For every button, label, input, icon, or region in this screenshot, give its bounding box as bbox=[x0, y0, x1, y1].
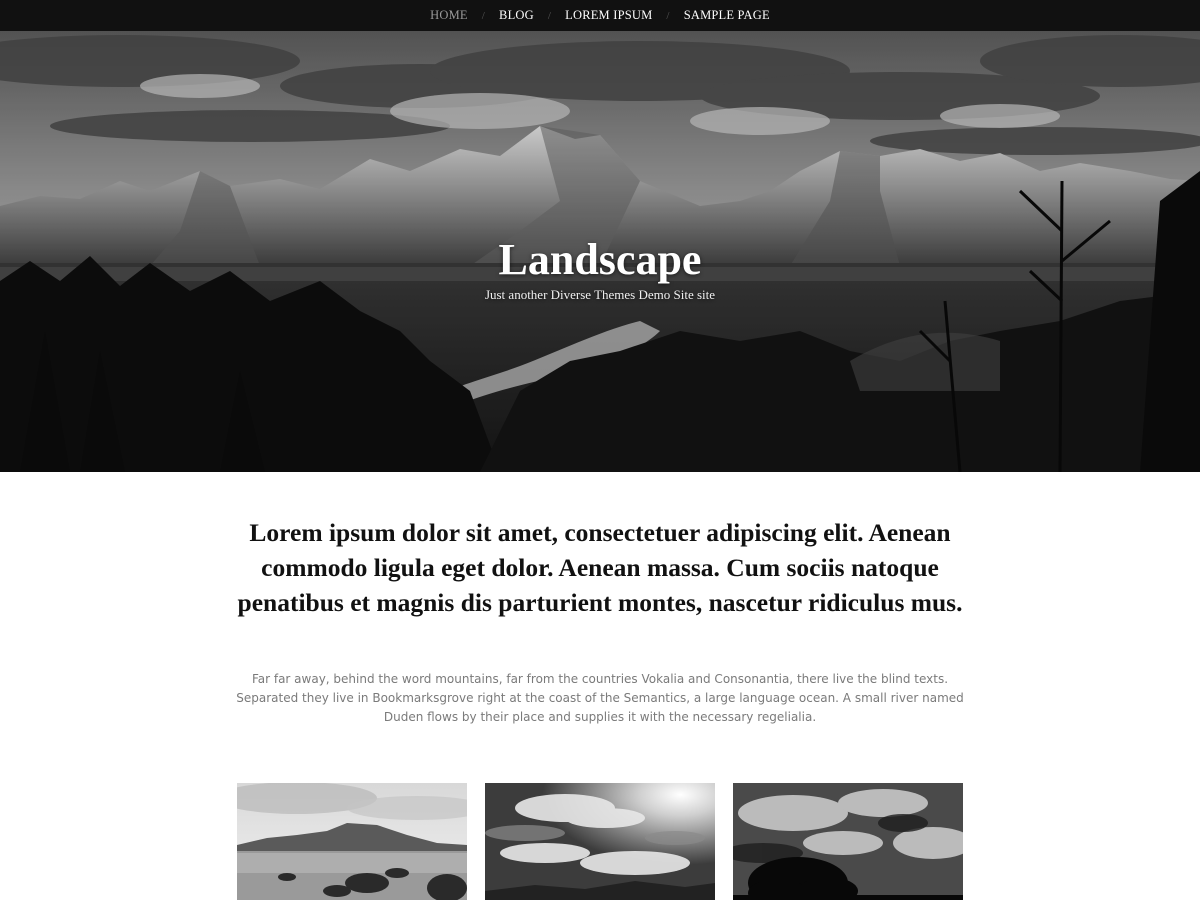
nav-item-sample-page[interactable]: SAMPLE PAGE bbox=[684, 8, 770, 23]
nav-item-blog[interactable]: BLOG bbox=[499, 8, 534, 23]
tree-under-clouds-image bbox=[733, 783, 963, 900]
hero-header: Landscape Just another Diverse Themes De… bbox=[0, 31, 1200, 472]
thumbnail-coastal-rocks[interactable] bbox=[237, 783, 467, 900]
nav-item-home[interactable]: HOME bbox=[430, 8, 468, 23]
nav-item-lorem-ipsum[interactable]: LOREM IPSUM bbox=[565, 8, 652, 23]
main-navigation: HOME / BLOG / LOREM IPSUM / SAMPLE PAGE bbox=[0, 0, 1200, 31]
intro-heading: Lorem ipsum dolor sit amet, consectetuer… bbox=[237, 518, 963, 617]
thumbnail-cloudy-sky[interactable] bbox=[485, 783, 715, 900]
nav-separator: / bbox=[666, 9, 670, 22]
site-title[interactable]: Landscape bbox=[0, 234, 1200, 285]
thumbnail-tree-under-clouds[interactable] bbox=[733, 783, 963, 900]
coastal-rocks-image bbox=[237, 783, 467, 900]
cloudy-sky-image bbox=[485, 783, 715, 900]
intro-text: Far far away, behind the word mountains,… bbox=[236, 672, 964, 724]
nav-separator: / bbox=[547, 9, 552, 22]
nav-separator: / bbox=[481, 9, 486, 22]
site-tagline: Just another Diverse Themes Demo Site si… bbox=[484, 287, 716, 302]
